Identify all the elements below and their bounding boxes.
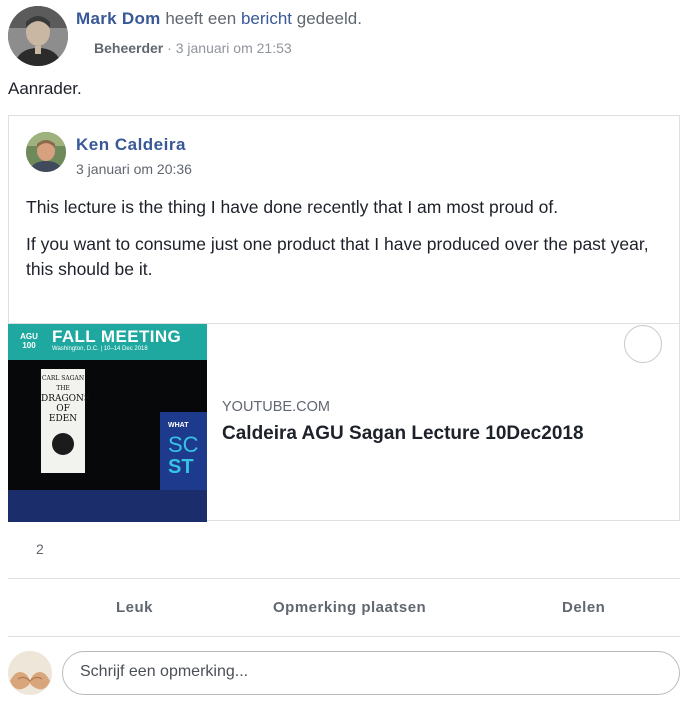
comment-button[interactable]: Opmerking plaatsen	[273, 599, 426, 616]
link-domain: YOUTUBE.COM	[222, 399, 330, 415]
book-cover-image: CARL SAGAN THE DRAGONS OF EDEN	[41, 369, 91, 473]
author-avatar[interactable]	[8, 6, 68, 66]
action-text-end: gedeeld.	[296, 9, 362, 28]
link-title[interactable]: Caldeira AGU Sagan Lecture 10Dec2018	[222, 423, 584, 445]
video-thumbnail[interactable]: AGU 100 FALL MEETING Washington, D.C. | …	[8, 324, 207, 522]
action-bar: Leuk Opmerking plaatsen Delen	[8, 583, 680, 635]
thumbnail-banner: AGU 100 FALL MEETING Washington, D.C. | …	[8, 324, 207, 360]
shared-paragraph-2: If you want to consume just one product …	[26, 234, 649, 279]
comment-input[interactable]	[80, 663, 660, 681]
slide-text-2: SC	[168, 432, 199, 457]
like-button[interactable]: Leuk	[116, 599, 153, 616]
thumbnail-subtitle: Washington, D.C. | 10–14 Dec 2018	[52, 346, 148, 352]
thumbnail-title: FALL MEETING	[52, 327, 182, 346]
divider-bottom	[8, 636, 680, 637]
action-text: heeft een	[165, 9, 237, 28]
agu-logo-line-2: 100	[22, 341, 36, 350]
book-title-line-1: THE	[56, 385, 70, 392]
book-author: CARL SAGAN	[41, 375, 85, 382]
options-circle-icon[interactable]	[624, 325, 662, 363]
share-button[interactable]: Delen	[562, 599, 605, 616]
post-header-line: Mark Dom heeft een bericht gedeeld.	[76, 9, 362, 29]
slide-text-3: ST	[168, 456, 194, 478]
role-badge: Beheerder	[94, 40, 164, 56]
book-title-line-2: DRAGONS	[41, 394, 91, 404]
book-title-line-3: OF EDEN	[48, 404, 78, 424]
shared-author-name[interactable]: Ken Caldeira	[76, 135, 186, 155]
shared-author-avatar[interactable]	[26, 132, 66, 172]
author-name-link[interactable]: Mark Dom	[76, 9, 161, 28]
divider-top	[8, 578, 680, 579]
shared-post: Ken Caldeira 3 januari om 20:36 This lec…	[8, 115, 680, 522]
post-link[interactable]: bericht	[241, 9, 292, 28]
reaction-count[interactable]: 2	[36, 541, 44, 557]
book-title: THE DRAGONS OF EDEN	[41, 384, 91, 424]
slide-text-1: WHAT	[168, 422, 189, 429]
post-text: Aanrader.	[8, 79, 82, 98]
post-timestamp[interactable]: 3 januari om 21:53	[176, 40, 292, 56]
agu-logo-line-1: AGU	[20, 332, 38, 341]
shared-paragraph-1: This lecture is the thing I have done re…	[26, 197, 559, 217]
book-cover-circle	[52, 433, 74, 455]
agu-logo: AGU 100	[12, 328, 46, 356]
shared-post-body: This lecture is the thing I have done re…	[26, 195, 666, 294]
comment-field[interactable]	[62, 651, 680, 695]
thumbnail-footer	[8, 490, 207, 522]
meta-separator: ·	[167, 40, 172, 56]
commenter-avatar[interactable]	[8, 651, 52, 695]
shared-timestamp[interactable]: 3 januari om 20:36	[76, 161, 192, 177]
post-header: Mark Dom heeft een bericht gedeeld. Behe…	[0, 0, 688, 74]
post-meta: Beheerder · 3 januari om 21:53	[94, 40, 292, 56]
link-preview-card[interactable]: AGU 100 FALL MEETING Washington, D.C. | …	[8, 323, 680, 522]
